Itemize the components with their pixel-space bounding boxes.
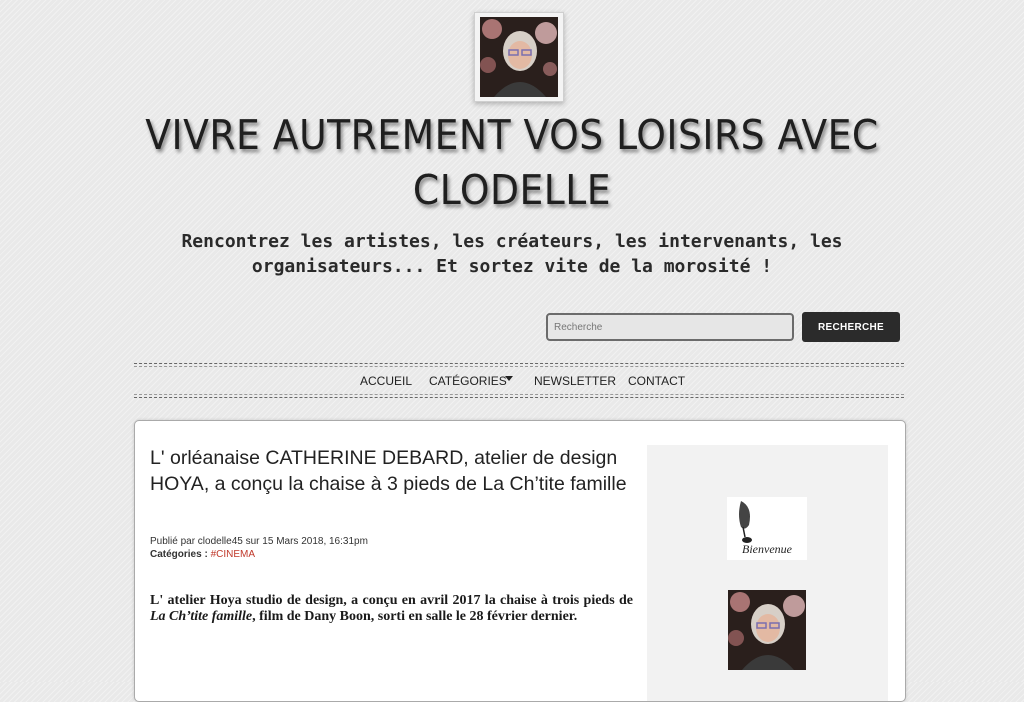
search-input[interactable] <box>546 313 794 341</box>
welcome-text: Bienvenue <box>742 542 793 556</box>
body-text-2: , film de Dany Boon, sorti en salle le 2… <box>252 609 578 624</box>
categories-line: Catégories : #CINEMA <box>150 548 368 561</box>
nav-item-categories[interactable]: CATÉGORIES <box>429 374 507 388</box>
sidebar: Bienvenue <box>647 445 888 701</box>
quill-icon: Bienvenue <box>739 501 793 556</box>
chevron-down-icon[interactable] <box>505 376 513 381</box>
site-avatar[interactable] <box>474 12 564 102</box>
category-link[interactable]: #CINEMA <box>211 549 255 560</box>
sidebar-portrait[interactable] <box>727 590 807 670</box>
site-title[interactable]: VIVRE AUTREMENT VOS LOISIRS AVEC CLODELL… <box>144 108 880 218</box>
site-subtitle: Rencontrez les artistes, les créateurs, … <box>181 231 843 277</box>
article-meta: Publié par clodelle45 sur 15 Mars 2018, … <box>150 535 368 561</box>
nav-item-contact[interactable]: CONTACT <box>628 374 685 388</box>
content-card: L' orléanaise CATHERINE DEBARD, atelier … <box>134 420 906 702</box>
categories-label: Catégories : <box>150 549 208 560</box>
welcome-image: Bienvenue <box>727 497 807 560</box>
published-info: Publié par clodelle45 sur 15 Mars 2018, … <box>150 536 368 547</box>
film-title: La Ch’tite famille <box>150 609 253 624</box>
body-text-1: L' atelier Hoya studio de design, a conç… <box>150 593 633 608</box>
article-body: L' atelier Hoya studio de design, a conç… <box>150 593 633 625</box>
search-button[interactable]: RECHERCHE <box>802 312 900 342</box>
portrait-image <box>728 590 806 670</box>
nav-item-newsletter[interactable]: NEWSLETTER <box>534 374 616 388</box>
article-title[interactable]: L' orléanaise CATHERINE DEBARD, atelier … <box>150 445 640 497</box>
nav-item-accueil[interactable]: ACCUEIL <box>360 374 412 388</box>
portrait-image <box>480 17 558 97</box>
main-navigation: ACCUEIL CATÉGORIES NEWSLETTER CONTACT <box>134 363 904 398</box>
